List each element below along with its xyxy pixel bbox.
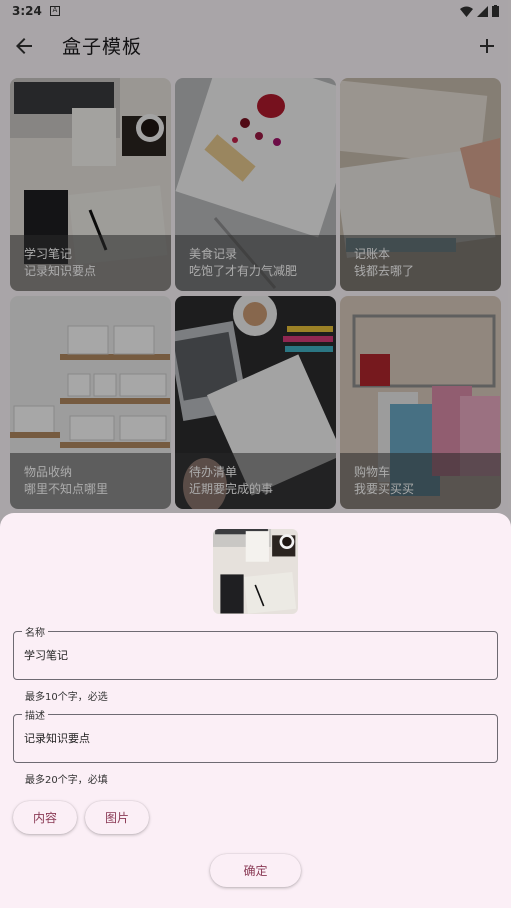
content-button[interactable]: 内容 [13,801,77,834]
name-input[interactable] [24,644,484,666]
description-input[interactable] [24,727,484,749]
confirm-button[interactable]: 确定 [210,854,301,887]
name-helper-text: 最多10个字，必选 [25,692,108,703]
description-helper-text: 最多20个字，必填 [25,775,108,786]
name-field-label: 名称 [22,624,48,639]
name-field[interactable]: 名称 [13,624,498,680]
template-image-thumbnail[interactable] [213,529,298,614]
edit-template-sheet: 名称 最多10个字，必选 描述 最多20个字，必填 内容 图片 确定 [0,513,511,908]
study-notes-thumbnail-image [213,529,298,614]
description-field-label: 描述 [22,707,48,722]
image-button[interactable]: 图片 [85,801,149,834]
description-field[interactable]: 描述 [13,707,498,763]
